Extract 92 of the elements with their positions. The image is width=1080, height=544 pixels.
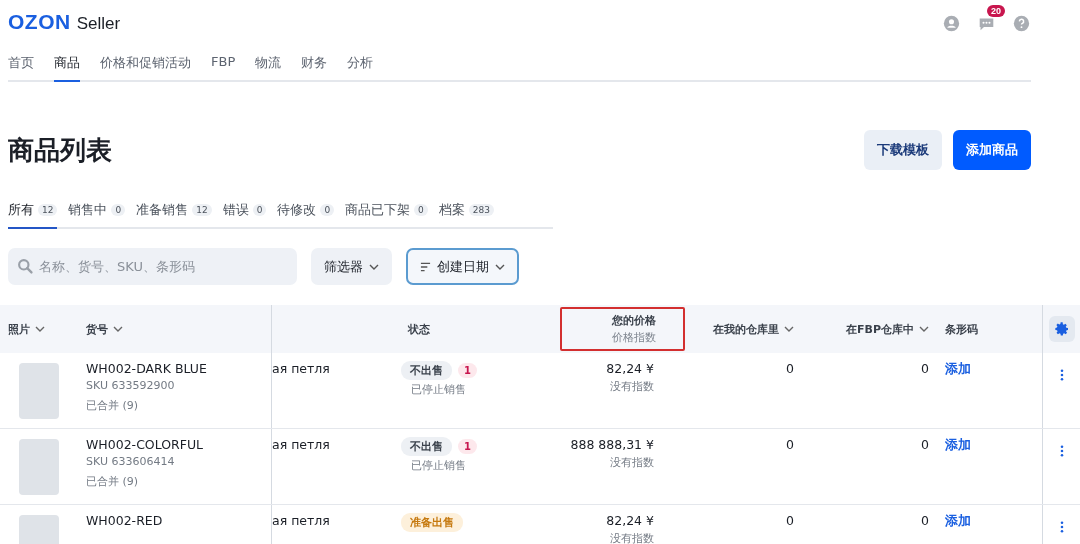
status-tab[interactable]: 待修改 0 — [277, 197, 335, 229]
nav-tab[interactable]: 商品 — [54, 44, 80, 82]
tab-label: 所有 — [8, 201, 34, 219]
price-index-text: 没有指数 — [610, 531, 654, 544]
sku-text: SKU 633606414 — [86, 455, 176, 468]
count-badge: 12 — [192, 204, 212, 216]
ozon-logo[interactable]: OZON — [8, 10, 71, 34]
product-name: ая петля — [272, 513, 331, 528]
article-number: WH002-DARK BLUE — [86, 361, 208, 376]
status-tab[interactable]: 销售中 0 — [68, 197, 126, 229]
status-tab[interactable]: 商品已下架 0 — [345, 197, 428, 229]
status-note: 已停止销售 — [411, 382, 467, 397]
merged-text: 已合并 (9) — [86, 398, 140, 413]
count-badge: 0 — [320, 204, 335, 216]
chevron-icon — [369, 263, 379, 270]
column-header: 在我的仓库里 — [713, 321, 779, 337]
merged-text: 已合并 (9) — [86, 474, 140, 489]
chevron-icon[interactable] — [35, 326, 45, 332]
more-options-icon[interactable] — [1059, 369, 1064, 381]
add-barcode-link[interactable]: 添加 — [945, 437, 1042, 454]
page-title: 商品列表 — [8, 133, 112, 167]
sort-button[interactable]: 创建日期 — [406, 248, 519, 285]
download-template-button[interactable]: 下载模板 — [864, 130, 942, 170]
error-count-badge: 1 — [458, 363, 477, 378]
count-badge: 0 — [252, 204, 267, 216]
notification-badge: 20 — [987, 4, 1005, 17]
article-number: WH002-RED — [86, 513, 164, 528]
filter-button[interactable]: 筛选器 — [311, 248, 392, 285]
add-barcode-link[interactable]: 添加 — [945, 513, 1042, 530]
search-field[interactable]: 名称、货号、SKU、条形码 — [8, 248, 297, 285]
tab-label: 错误 — [222, 201, 249, 219]
status-tab[interactable]: 档案 283 — [438, 197, 495, 229]
status-badge: 不出售 — [401, 437, 452, 456]
tab-label: 准备销售 — [136, 201, 189, 219]
nav-tab[interactable]: 分析 — [347, 44, 374, 82]
stock-count: 0 — [921, 361, 929, 376]
column-header: 状态 — [408, 321, 430, 337]
nav-tab[interactable]: 财务 — [301, 44, 328, 82]
price-index-text: 没有指数 — [610, 455, 654, 470]
stock-count: 0 — [786, 361, 794, 376]
count-badge: 12 — [38, 204, 58, 216]
product-name: ая петля — [272, 361, 331, 376]
column-header: 条形码 — [945, 321, 978, 337]
column-header: 您的价格 — [612, 313, 656, 328]
stock-count: 0 — [786, 437, 794, 452]
tab-label: 待修改 — [277, 201, 317, 219]
settings-icon — [1053, 321, 1070, 337]
more-options-icon[interactable] — [1059, 521, 1064, 533]
column-subheader: 价格指数 — [612, 330, 656, 345]
nav-tab[interactable]: 物流 — [255, 44, 282, 82]
tab-label: 档案 — [438, 201, 465, 219]
photo-placeholder — [19, 363, 59, 419]
search-icon — [17, 258, 34, 275]
stock-count: 0 — [921, 437, 929, 452]
nav-tab[interactable]: 价格和促销活动 — [100, 44, 191, 82]
sku-text: SKU 633592900 — [86, 379, 176, 392]
photo-placeholder — [19, 439, 59, 495]
price-text: 888 888,31 ¥ — [570, 437, 654, 452]
nav-tab[interactable]: 首页 — [8, 44, 34, 82]
add-barcode-link[interactable]: 添加 — [945, 361, 1042, 378]
status-tab[interactable]: 所有 12 — [8, 197, 58, 229]
nav-tab[interactable]: FBP — [211, 44, 236, 82]
count-badge: 0 — [111, 204, 126, 216]
price-text: 82,24 ¥ — [606, 361, 654, 376]
status-badge: 准备出售 — [401, 513, 463, 532]
logo-subtitle: Seller — [76, 14, 121, 34]
stock-count: 0 — [786, 513, 794, 528]
stock-count: 0 — [921, 513, 929, 528]
sort-icon — [420, 261, 431, 272]
tab-label: 销售中 — [68, 201, 108, 219]
more-options-icon[interactable] — [1059, 445, 1064, 457]
column-header: 照片 — [8, 321, 30, 337]
chevron-icon[interactable] — [784, 326, 794, 332]
status-badge: 不出售 — [401, 361, 452, 380]
chevron-icon[interactable] — [113, 326, 123, 332]
settings-button[interactable] — [1048, 316, 1075, 342]
tab-label: 商品已下架 — [345, 201, 411, 219]
price-index-text: 没有指数 — [610, 379, 654, 394]
error-count-badge: 1 — [458, 439, 477, 454]
add-product-button[interactable]: 添加商品 — [953, 130, 1031, 170]
count-badge: 283 — [468, 204, 495, 216]
column-header: 在FBP仓库中 — [846, 321, 914, 337]
product-name: ая петля — [272, 437, 331, 452]
chevron-icon — [495, 263, 505, 270]
status-note: 已停止销售 — [411, 458, 467, 473]
column-header: 货号 — [86, 321, 108, 337]
article-number: WH002-COLORFUL — [86, 437, 205, 452]
chevron-icon[interactable] — [919, 326, 929, 332]
status-tab[interactable]: 准备销售 12 — [136, 197, 212, 229]
status-tab[interactable]: 错误 0 — [222, 197, 267, 229]
count-badge: 0 — [414, 204, 428, 216]
price-text: 82,24 ¥ — [606, 513, 654, 528]
